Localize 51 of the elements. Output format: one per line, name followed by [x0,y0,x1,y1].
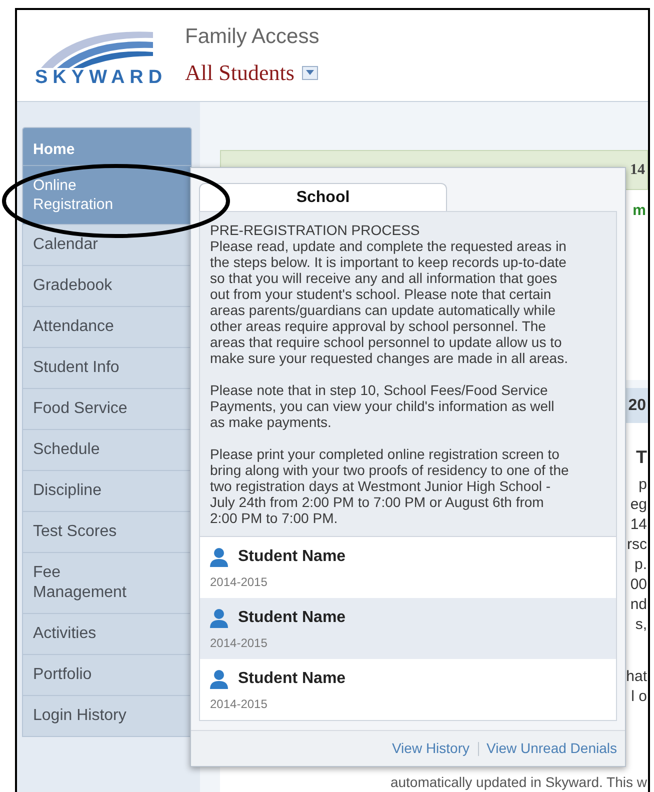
student-row[interactable]: Student Name 2014-2015 [200,598,616,659]
school-year: 2014-2015 [210,635,268,652]
body-text-fragment: s, [635,615,647,635]
student-selector: All Students [185,59,294,87]
body-text-fragment: p. [634,555,647,575]
school-year: 2014-2015 [210,696,268,713]
dropdown-button[interactable] [302,66,318,80]
body-text-fragment: nd [630,595,647,615]
sidebar-item[interactable]: Discipline [23,470,191,511]
sidebar-item[interactable]: Attendance [23,306,191,347]
body-text-fragment: T [636,447,647,467]
body-text-fragment: eg [630,495,647,515]
notice-subtext: m [632,201,646,221]
student-row[interactable]: Student Name 2014-2015 [200,659,616,720]
instructions-paragraph: Please print your completed online registration screen to bring along with your two proofs of residency to one of the two registration days at Westmont Junior High School - July 24th from 2:00 PM to 7:00 PM or August 6th from 2:00 PM to 7:00 PM. [210,446,570,526]
sidebar-item[interactable]: Student Info [23,347,191,388]
student-row[interactable]: Student Name 2014-2015 [200,537,616,598]
footer-link[interactable]: View Unread Denials [486,738,617,759]
sidebar-item[interactable]: Test Scores [23,511,191,552]
logo-wordmark: SKYWARD [35,68,168,87]
body-text-fragment: rsc [627,535,647,555]
instructions-paragraph: Please read, update and complete the requested areas in the steps below. It is important to keep records up-to-date so that you will receive any and all information that goes out from your student's school. Please note that certain areas parents/guardians can update automatically while other areas require approval by school personnel. The areas that require school personnel to update allow us to make sure your requested changes are made in all areas. [210,238,569,366]
person-icon [210,608,228,628]
sidebar-item[interactable]: Calendar [23,224,191,265]
body-text-fragment: p [638,475,647,495]
caret-icon [306,70,314,75]
sidebar-item[interactable]: Food Service [23,388,191,429]
student-name: Student Name [238,669,346,689]
body-text-fragment: 14 [630,515,647,535]
tab[interactable]: School [199,183,447,211]
sidebar-item[interactable]: Schedule [23,429,191,470]
school-year: 2014-2015 [210,574,268,591]
body-text-fragment: 00 [630,575,647,595]
student-name: Student Name [238,608,346,628]
sidebar-item[interactable]: Portfolio [23,654,191,695]
sidebar-item[interactable]: Fee Management [23,552,191,613]
section-header-text: 20 [628,396,646,416]
person-icon [210,547,228,567]
sidebar-item[interactable]: Login History [23,695,191,736]
section-title: PRE-REGISTRATION PROCESS [210,222,421,238]
notice-text: 14 [630,160,645,180]
sidebar-item[interactable]: Activities [23,613,191,654]
app-title: Family Access [185,24,320,50]
student-name: Student Name [238,547,346,567]
body-text-fragment: l o [631,687,647,707]
body-text-fragment: hat [626,667,647,687]
sidebar-item[interactable]: Gradebook [23,265,191,306]
body-text-fragment: automatically updated in Skyward. This w [390,775,647,789]
instructions-paragraph: Please note that in step 10, School Fees/Food Service Payments, you can view your child's information as well as make payments. [210,382,556,430]
person-icon [210,669,228,689]
footer-link[interactable]: View History [392,738,470,759]
